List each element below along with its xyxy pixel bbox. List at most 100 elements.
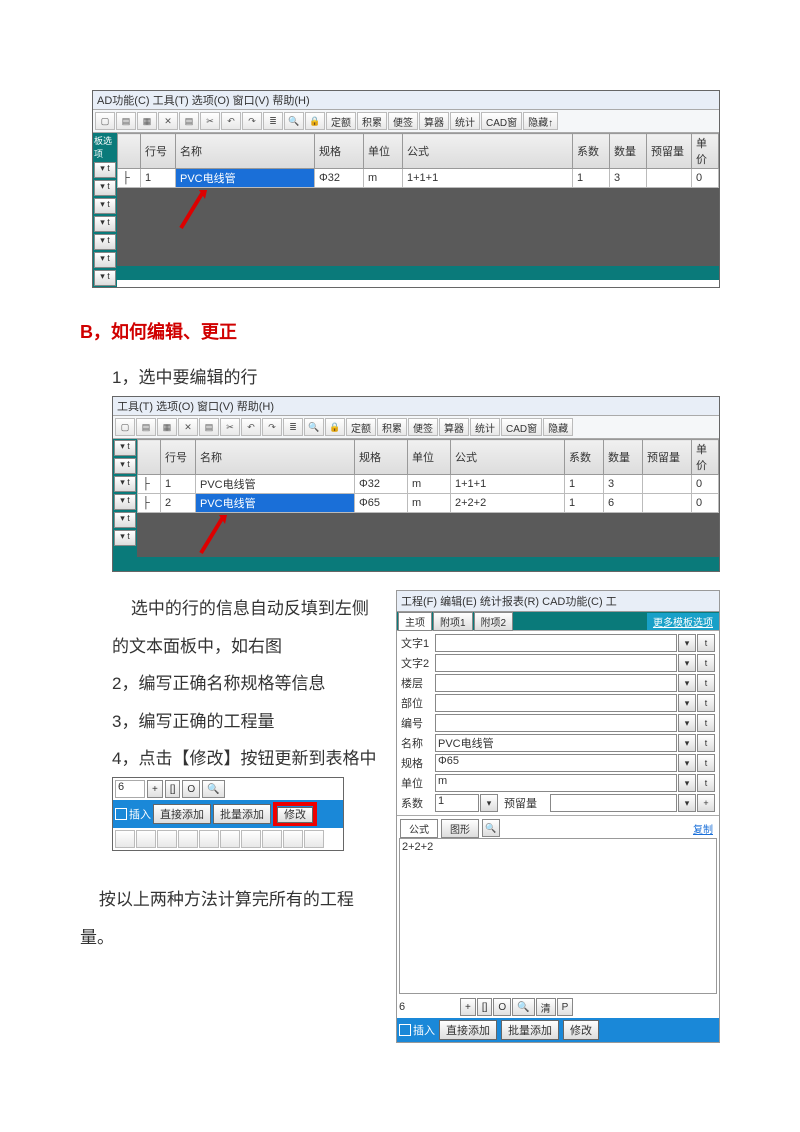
tool-icon[interactable] <box>304 830 324 848</box>
input-text2[interactable] <box>435 654 677 672</box>
tool-icon[interactable] <box>241 830 261 848</box>
stub-btn[interactable]: ▾ t <box>94 180 116 196</box>
toolbar-icon[interactable]: ▦ <box>157 418 177 436</box>
btn-jilei[interactable]: 积累 <box>357 112 387 130</box>
btn-cad[interactable]: CAD窗 <box>501 418 542 436</box>
dropdown-icon[interactable]: ▾ <box>678 734 696 752</box>
stub-btn[interactable]: ▾ t <box>94 270 116 286</box>
dropdown-icon[interactable]: ▾ <box>678 774 696 792</box>
t-btn[interactable]: t <box>697 634 715 652</box>
t-btn[interactable]: t <box>697 674 715 692</box>
search-icon[interactable]: 🔍 <box>482 819 500 837</box>
search-icon[interactable]: 🔍 <box>304 418 324 436</box>
dropdown-icon[interactable]: ▾ <box>678 714 696 732</box>
input-coef[interactable]: 1 <box>435 794 479 812</box>
btn-dinge[interactable]: 定额 <box>346 418 376 436</box>
input-floor[interactable] <box>435 674 677 692</box>
more-templates-link[interactable]: 更多模板选项 <box>647 613 719 630</box>
stub-btn[interactable]: ▾ t <box>94 162 116 178</box>
tool-icon[interactable] <box>157 830 177 848</box>
toolbar-icon[interactable]: ▢ <box>95 112 115 130</box>
stub-btn[interactable]: ▾ t <box>114 440 136 456</box>
dropdown-icon[interactable]: ▾ <box>678 634 696 652</box>
toolbar-icon[interactable]: ✂ <box>200 112 220 130</box>
stub-btn[interactable]: ▾ t <box>114 494 136 510</box>
stub-btn[interactable]: ▾ t <box>94 252 116 268</box>
input-part[interactable] <box>435 694 677 712</box>
stub-btn[interactable]: ▾ t <box>114 476 136 492</box>
toolbar-icon[interactable]: ▤ <box>179 112 199 130</box>
table-row[interactable]: ├ 1 PVC电线管 Φ32 m 1+1+1 1 3 0 <box>118 169 719 188</box>
btn-cad[interactable]: CAD窗 <box>481 112 522 130</box>
btn-suanqi[interactable]: 算器 <box>439 418 469 436</box>
lock-icon[interactable]: 🔒 <box>305 112 325 130</box>
btn-bianqian[interactable]: 便签 <box>388 112 418 130</box>
batch-add-button[interactable]: 批量添加 <box>501 1020 559 1040</box>
stub-btn[interactable]: ▾ t <box>114 512 136 528</box>
input-text1[interactable] <box>435 634 677 652</box>
direct-add-button[interactable]: 直接添加 <box>153 804 211 824</box>
stub-btn[interactable]: ▾ t <box>114 530 136 546</box>
plus-btn[interactable]: + <box>460 998 476 1016</box>
toolbar-icon[interactable]: ✕ <box>158 112 178 130</box>
t-btn[interactable]: t <box>697 694 715 712</box>
input-reserve[interactable] <box>550 794 677 812</box>
batch-add-button[interactable]: 批量添加 <box>213 804 271 824</box>
toolbar-icon[interactable]: ▦ <box>137 112 157 130</box>
tool-icon[interactable] <box>115 830 135 848</box>
t-btn[interactable]: t <box>697 754 715 772</box>
tab-formula[interactable]: 公式 <box>400 819 438 838</box>
stub-btn[interactable]: ▾ t <box>94 216 116 232</box>
dropdown-icon[interactable]: ▾ <box>678 674 696 692</box>
btn-hide[interactable]: 隐藏 <box>543 418 573 436</box>
input-name[interactable]: PVC电线管 <box>435 734 677 752</box>
plus-btn[interactable]: + <box>697 794 715 812</box>
insert-checkbox[interactable]: 插入 <box>399 1022 435 1038</box>
plus-btn[interactable]: + <box>147 780 163 798</box>
search-icon[interactable]: 🔍 <box>202 780 224 798</box>
p-btn[interactable]: P <box>557 998 574 1016</box>
toolbar-icon[interactable]: ≣ <box>283 418 303 436</box>
tab-graphic[interactable]: 图形 <box>441 819 479 838</box>
modify-button[interactable]: 修改 <box>277 807 313 823</box>
btn-suanqi[interactable]: 算器 <box>419 112 449 130</box>
search-icon[interactable]: 🔍 <box>512 998 534 1016</box>
stub-btn[interactable]: ▾ t <box>114 458 136 474</box>
tool-icon[interactable] <box>283 830 303 848</box>
dropdown-icon[interactable]: ▾ <box>678 794 696 812</box>
formula-textarea[interactable]: 2+2+2 <box>399 838 717 994</box>
stub-btn[interactable]: ▾ t <box>94 234 116 250</box>
input-unit[interactable]: m <box>435 774 677 792</box>
btn-jilei[interactable]: 积累 <box>377 418 407 436</box>
toolbar-icon[interactable]: ✕ <box>178 418 198 436</box>
tool-icon[interactable] <box>262 830 282 848</box>
search-icon[interactable]: 🔍 <box>284 112 304 130</box>
tool-icon[interactable] <box>220 830 240 848</box>
dropdown-icon[interactable]: ▾ <box>480 794 498 812</box>
redo-icon[interactable]: ↷ <box>262 418 282 436</box>
toolbar-icon[interactable]: ▤ <box>116 112 136 130</box>
redo-icon[interactable]: ↷ <box>242 112 262 130</box>
bracket-btn[interactable]: [] <box>165 780 181 798</box>
btn-bianqian[interactable]: 便签 <box>408 418 438 436</box>
t-btn[interactable]: t <box>697 734 715 752</box>
o-btn[interactable]: O <box>182 780 200 798</box>
btn-tongji[interactable]: 统计 <box>450 112 480 130</box>
btn-tongji[interactable]: 统计 <box>470 418 500 436</box>
input-spec[interactable]: Φ65 <box>435 754 677 772</box>
t-btn[interactable]: t <box>697 774 715 792</box>
direct-add-button[interactable]: 直接添加 <box>439 1020 497 1040</box>
btn-hide[interactable]: 隐藏↑ <box>523 112 558 130</box>
insert-checkbox[interactable]: 插入 <box>115 806 151 822</box>
toolbar-icon[interactable]: ▤ <box>199 418 219 436</box>
t-btn[interactable]: t <box>697 654 715 672</box>
stub-btn[interactable]: ▾ t <box>94 198 116 214</box>
t-btn[interactable]: t <box>697 714 715 732</box>
undo-icon[interactable]: ↶ <box>241 418 261 436</box>
toolbar-icon[interactable]: ▢ <box>115 418 135 436</box>
tool-icon[interactable] <box>136 830 156 848</box>
o-btn[interactable]: O <box>493 998 511 1016</box>
modify-button[interactable]: 修改 <box>563 1020 599 1040</box>
bracket-btn[interactable]: [] <box>477 998 493 1016</box>
dropdown-icon[interactable]: ▾ <box>678 754 696 772</box>
